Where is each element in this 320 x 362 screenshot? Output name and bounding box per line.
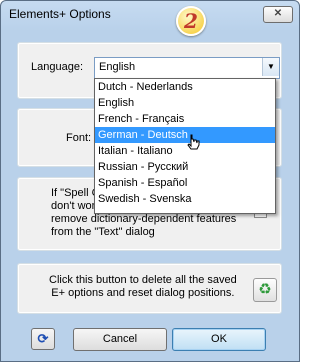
font-label: Font: <box>66 132 92 144</box>
language-option-spanish[interactable]: Spanish - Español <box>95 175 275 191</box>
cancel-button[interactable]: Cancel <box>73 328 167 351</box>
recycle-icon: ♻ <box>258 281 272 298</box>
reset-options-button[interactable]: ♻ <box>253 278 277 302</box>
language-label: Language: <box>31 61 83 73</box>
ok-button[interactable]: OK <box>172 328 266 351</box>
language-dropdown-list: Dutch - Nederlands English French - Fran… <box>94 78 276 214</box>
language-select[interactable]: English ▼ <box>94 57 280 79</box>
refresh-button[interactable]: ⟳ <box>31 328 55 350</box>
reset-text: Click this button to delete all the save… <box>49 274 237 300</box>
close-button[interactable]: ✕ <box>263 6 293 23</box>
reset-line: E+ options and reset dialog positions. <box>51 287 235 299</box>
reset-group: Click this button to delete all the save… <box>17 263 282 314</box>
mouse-cursor-icon <box>187 134 200 150</box>
refresh-icon: ⟳ <box>37 331 49 346</box>
language-option-german[interactable]: German - Deutsch <box>95 127 275 143</box>
language-option-swedish[interactable]: Swedish - Svenska <box>95 191 275 207</box>
language-select-value: English <box>99 61 136 73</box>
reset-line: Click this button to delete all the save… <box>49 274 237 286</box>
title-bar[interactable]: Elements+ Options ✕ <box>1 1 299 29</box>
language-option-french[interactable]: French - Français <box>95 111 275 127</box>
language-option-dutch[interactable]: Dutch - Nederlands <box>95 79 275 95</box>
spell-check-line: remove dictionary-dependent features <box>51 213 237 225</box>
window-title: Elements+ Options <box>9 7 111 21</box>
close-icon: ✕ <box>273 8 283 19</box>
spell-check-line: from the "Text" dialog <box>51 226 155 238</box>
language-option-english[interactable]: English <box>95 95 275 111</box>
language-option-russian[interactable]: Russian - Русский <box>95 159 275 175</box>
step-badge: 2 <box>176 6 206 36</box>
language-option-italian[interactable]: Italian - Italiano <box>95 143 275 159</box>
chevron-down-icon[interactable]: ▼ <box>262 58 279 76</box>
